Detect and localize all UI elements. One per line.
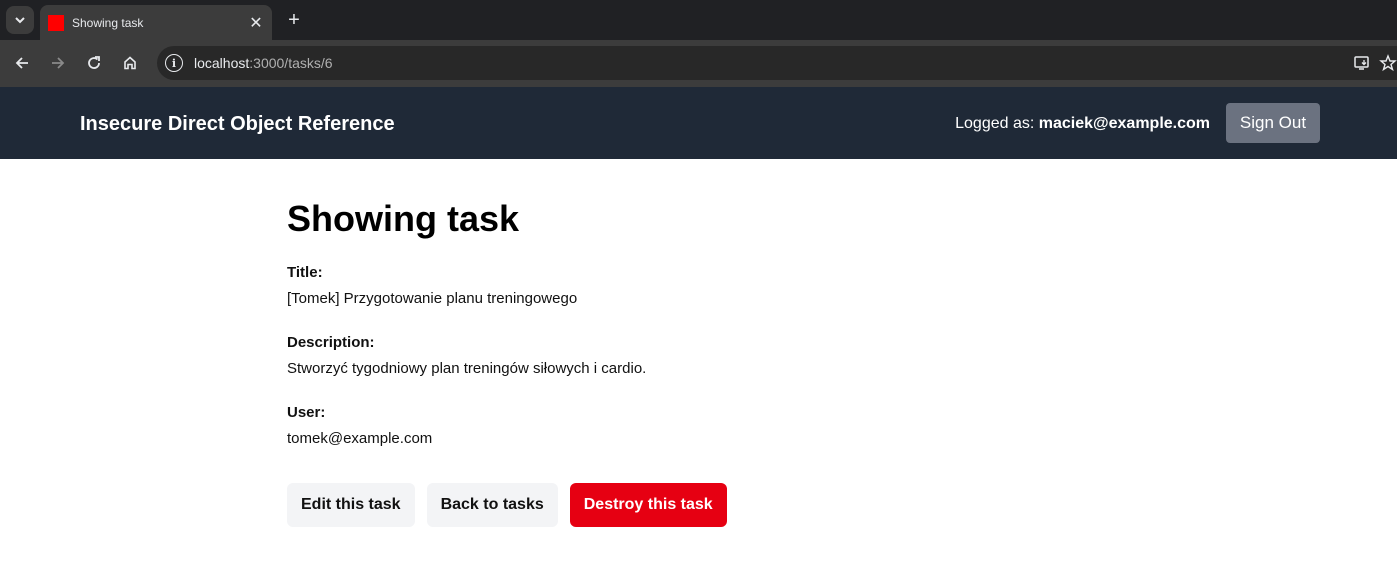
new-tab-button[interactable]: + bbox=[280, 6, 308, 34]
forward-arrow-icon[interactable] bbox=[43, 48, 73, 78]
url-path: :3000/tasks/6 bbox=[249, 55, 333, 71]
url-text: localhost:3000/tasks/6 bbox=[194, 55, 333, 71]
description-value: Stworzyć tygodniowy plan treningów siłow… bbox=[287, 360, 647, 377]
reload-icon[interactable] bbox=[79, 48, 109, 78]
url-host: localhost bbox=[194, 55, 250, 71]
tab-search-button[interactable] bbox=[6, 6, 34, 34]
favicon-icon bbox=[48, 14, 64, 31]
logged-label: Logged as: bbox=[955, 115, 1039, 132]
logged-user-email: maciek@example.com bbox=[1038, 115, 1210, 132]
description-label: Description: bbox=[287, 334, 375, 351]
app-brand[interactable]: Insecure Direct Object Reference bbox=[80, 113, 395, 136]
page-title: Showing task bbox=[287, 198, 520, 239]
back-arrow-icon[interactable] bbox=[7, 48, 37, 78]
install-app-icon[interactable] bbox=[1353, 54, 1371, 72]
destroy-task-button[interactable]: Destroy this task bbox=[569, 483, 727, 527]
address-bar[interactable]: i localhost:3000/tasks/6 bbox=[157, 46, 1397, 80]
home-icon[interactable] bbox=[115, 48, 145, 78]
site-info-icon[interactable]: i bbox=[165, 54, 183, 72]
title-value: [Tomek] Przygotowanie planu treningowego bbox=[287, 290, 578, 307]
task-actions: Edit this task Back to tasks Destroy thi… bbox=[287, 483, 727, 527]
back-to-tasks-button[interactable]: Back to tasks bbox=[426, 483, 558, 527]
title-label: Title: bbox=[287, 264, 323, 281]
omnibox-actions bbox=[1353, 54, 1397, 72]
user-label: User: bbox=[287, 404, 326, 421]
browser-tabstrip: Showing task ✕ + bbox=[0, 0, 1397, 40]
sign-out-button[interactable]: Sign Out bbox=[1226, 103, 1320, 143]
chevron-down-icon bbox=[15, 17, 25, 24]
bookmark-star-icon[interactable] bbox=[1379, 54, 1397, 72]
tab-title: Showing task bbox=[72, 15, 144, 30]
logged-user-info: Logged as: maciek@example.com bbox=[955, 115, 1210, 133]
task-details: Showing task Title: [Tomek] Przygotowani… bbox=[287, 198, 987, 527]
edit-task-button[interactable]: Edit this task bbox=[287, 483, 415, 527]
tab-close-icon[interactable]: ✕ bbox=[242, 9, 270, 37]
user-value: tomek@example.com bbox=[287, 430, 433, 447]
browser-tab-active[interactable]: Showing task ✕ bbox=[40, 5, 272, 40]
browser-toolbar: i localhost:3000/tasks/6 bbox=[0, 40, 1397, 87]
app-header: Insecure Direct Object Reference Logged … bbox=[0, 87, 1397, 159]
